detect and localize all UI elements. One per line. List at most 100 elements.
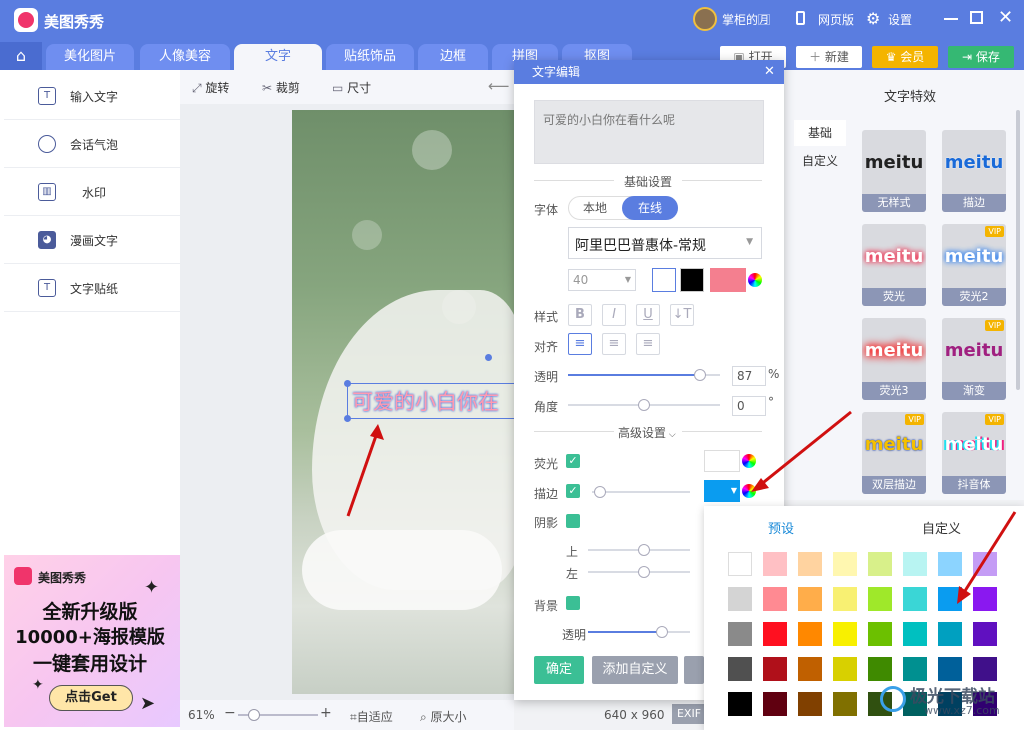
align-center-button[interactable]: ≡ [602,333,626,355]
zoom-out-button[interactable]: − [224,705,236,721]
tab-stickers[interactable]: 贴纸饰品 [326,44,414,70]
color-swatch[interactable] [868,622,892,646]
color-swatch[interactable] [798,587,822,611]
color-swatch[interactable] [903,587,927,611]
color-swatch[interactable] [728,622,752,646]
shadow-checkbox[interactable] [566,514,580,528]
underline-button[interactable]: U [636,304,660,326]
resize-handle[interactable] [344,380,351,387]
color-swatch[interactable] [868,552,892,576]
font-local-option[interactable]: 本地 [568,196,622,220]
size-button[interactable]: ▭ 尺寸 [332,79,371,96]
color-swatch[interactable] [833,552,857,576]
font-select[interactable]: 阿里巴巴普惠体-常规 ▼ [568,227,762,259]
color-swatch[interactable] [798,657,822,681]
color-swatch[interactable] [903,657,927,681]
effect-gradient[interactable]: VIP meitu 渐变 [942,318,1006,400]
exif-button[interactable]: EXIF [672,704,706,724]
user-name[interactable]: 掌柜的🈷 [722,11,770,28]
color-swatch[interactable] [868,587,892,611]
home-icon[interactable]: ⌂ [0,42,42,70]
color-swatch[interactable] [938,622,962,646]
color-swatch[interactable] [763,622,787,646]
sidebar-item-comic-text[interactable]: ◕ 漫画文字 [4,216,180,264]
font-online-option[interactable]: 在线 [622,196,678,220]
color-swatch[interactable] [903,622,927,646]
color-swatch[interactable] [728,657,752,681]
add-custom-button[interactable]: 添加自定义 [592,656,678,684]
text-color-swatch[interactable] [652,268,676,292]
stroke-checkbox[interactable]: ✓ [566,484,580,498]
ad-get-button[interactable]: 点击Get [49,685,133,711]
stroke-color-select[interactable]: ▼ [704,480,740,502]
color-swatch[interactable] [868,657,892,681]
tab-portrait[interactable]: 人像美容 [140,44,230,70]
palette-tab-preset[interactable]: 预设 [768,518,794,537]
color-swatch[interactable] [973,622,997,646]
settings-link[interactable]: 设置 [888,11,912,28]
dialog-close-icon[interactable]: ✕ [764,64,775,79]
shadow-up-slider[interactable] [588,544,690,556]
pink-color-swatch[interactable] [710,268,746,292]
user-avatar[interactable] [693,7,717,31]
maximize-button[interactable] [970,11,983,24]
tab-border[interactable]: 边框 [418,44,488,70]
crop-button[interactable]: ✂ 裁剪 [262,79,300,96]
color-swatch[interactable] [728,692,752,716]
font-size-select[interactable]: 40 ▼ [568,269,636,291]
original-size-button[interactable]: ⌕ 原大小 [420,708,467,725]
background-checkbox[interactable] [566,596,580,610]
new-button[interactable]: ＋ 新建 [796,46,862,68]
opacity-value[interactable]: 87 [732,366,766,386]
italic-button[interactable]: I [602,304,626,326]
color-swatch[interactable] [833,587,857,611]
color-swatch[interactable] [763,552,787,576]
color-swatch[interactable] [728,552,752,576]
angle-slider[interactable] [568,399,720,411]
resize-handle[interactable] [485,354,492,361]
tab-text[interactable]: 文字 [234,44,322,70]
effects-tab-basic[interactable]: 基础 [794,120,846,146]
color-swatch[interactable] [903,552,927,576]
color-swatch[interactable] [973,657,997,681]
align-left-button[interactable]: ≡ [568,333,592,355]
color-swatch[interactable] [763,587,787,611]
shadow-left-slider[interactable] [588,566,690,578]
sidebar-item-input-text[interactable]: T 输入文字 [4,72,180,120]
sidebar-item-watermark[interactable]: ▥ 水印 [4,168,180,216]
glow-checkbox[interactable]: ✓ [566,454,580,468]
color-swatch[interactable] [833,657,857,681]
color-swatch[interactable] [728,587,752,611]
undo-arrow-icon[interactable]: ⟵ [488,77,510,95]
gear-icon[interactable]: ⚙ [866,9,880,28]
align-right-button[interactable]: ≡ [636,333,660,355]
vertical-text-button[interactable]: ↓T [670,304,694,326]
text-overlay-box[interactable]: 可爱的小白你在 [344,354,515,422]
color-swatch[interactable] [833,622,857,646]
text-input[interactable]: 可爱的小白你在看什么呢 [534,100,764,164]
sidebar-item-text-sticker[interactable]: T 文字贴纸 [4,264,180,312]
zoom-in-button[interactable]: + [320,705,332,721]
confirm-button[interactable]: 确定 [534,656,584,684]
effect-stroke[interactable]: meitu 描边 [942,130,1006,212]
effects-tab-custom[interactable]: 自定义 [802,152,838,169]
web-version-link[interactable]: 网页版 [818,11,854,28]
effect-glow[interactable]: meitu 荧光 [862,224,926,306]
effect-glow2[interactable]: VIP meitu 荧光2 [942,224,1006,306]
effect-double-stroke[interactable]: VIP meitu 双层描边 [862,412,926,494]
fit-button[interactable]: ⌗自适应 [350,708,393,725]
vip-button[interactable]: ♛ 会员 [872,46,938,68]
rotate-button[interactable]: ⤢ 旋转 [192,79,229,96]
glow-color-swatch[interactable] [704,450,740,472]
advanced-settings-heading[interactable]: 高级设置 ⌵ [618,424,676,441]
sidebar-item-speech-bubble[interactable]: 会话气泡 [4,120,180,168]
tab-beautify[interactable]: 美化图片 [46,44,134,70]
minimize-button[interactable] [944,18,958,20]
effect-douyin[interactable]: VIP meitu 抖音体 [942,412,1006,494]
save-button[interactable]: ⇥ 保存 [948,46,1014,68]
black-color-swatch[interactable] [680,268,704,292]
color-swatch[interactable] [798,622,822,646]
promo-banner[interactable]: 美图秀秀 ✦ 全新升级版 10000+海报模版 一键套用设计 ✦ 点击Get ➤ [4,555,180,727]
color-swatch[interactable] [938,657,962,681]
stroke-width-slider[interactable] [592,486,690,498]
